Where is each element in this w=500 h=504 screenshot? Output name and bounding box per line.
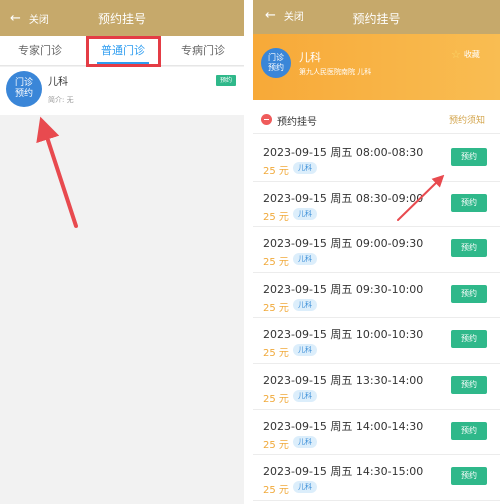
slot-price: 25 元 bbox=[263, 166, 289, 177]
section-title: 预约挂号 bbox=[277, 117, 317, 128]
slot-datetime: 2023-09-15 周五 08:30-09:00 bbox=[263, 191, 424, 205]
slot-price: 25 元 bbox=[263, 348, 289, 360]
time-slot-row: 2023-09-15 周五 09:00-09:30 25 元 儿科 预约 bbox=[253, 227, 500, 273]
slot-department-tag: 儿科 bbox=[293, 298, 317, 311]
book-button[interactable]: 预约 bbox=[451, 193, 487, 212]
book-button[interactable]: 预约 bbox=[451, 148, 487, 166]
time-slot-row: 2023-09-15 周五 14:30-15:00 25 元 儿科 预约 bbox=[253, 455, 500, 501]
right-phone-screen: ← 关闭 预约挂号 门诊 预约 儿科 第九人民医院南院 儿科 ☆ 收藏 预约挂号… bbox=[253, 0, 500, 504]
department-name: 儿科 bbox=[299, 51, 321, 64]
left-page-title: 预约挂号 bbox=[97, 12, 146, 26]
slot-department-tag: 儿科 bbox=[293, 162, 317, 174]
book-button[interactable]: 预约 bbox=[451, 467, 487, 486]
slot-datetime: 2023-09-15 周五 14:00-14:30 bbox=[263, 419, 424, 433]
department-avatar: 门诊 预约 bbox=[261, 48, 291, 78]
slot-price: 25 元 bbox=[263, 257, 289, 269]
time-slot-row: 2023-09-15 周五 10:00-10:30 25 元 儿科 预约 bbox=[253, 318, 500, 364]
slot-datetime: 2023-09-15 周五 13:30-14:00 bbox=[263, 373, 424, 387]
slot-department-tag: 儿科 bbox=[293, 435, 317, 448]
book-badge[interactable]: 预约 bbox=[216, 75, 236, 86]
time-slot-list: 2023-09-15 周五 08:00-08:30 25 元 儿科 预约 202… bbox=[253, 136, 500, 501]
left-navbar: ← 关闭 预约挂号 bbox=[0, 0, 244, 36]
time-slot-row: 2023-09-15 周五 13:30-14:00 25 元 儿科 预约 bbox=[253, 364, 500, 410]
department-intro: 简介: 无 bbox=[48, 96, 74, 104]
book-button[interactable]: 预约 bbox=[451, 375, 487, 394]
time-slot-row: 2023-09-15 周五 08:30-09:00 25 元 儿科 预约 bbox=[253, 182, 500, 228]
tab-special-disease-clinic[interactable]: 专病门诊 bbox=[170, 36, 236, 66]
left-phone-screen: ← 关闭 预约挂号 专家门诊 普通门诊 专病门诊 门诊 预约 儿科 简介: 无 … bbox=[0, 0, 244, 504]
slot-datetime: 2023-09-15 周五 14:30-15:00 bbox=[263, 465, 424, 479]
avatar-text-line1: 门诊 bbox=[14, 78, 33, 88]
annotation-highlight-box bbox=[86, 36, 161, 67]
slot-price: 25 元 bbox=[263, 485, 289, 497]
slot-datetime: 2023-09-15 周五 09:30-10:00 bbox=[263, 282, 424, 296]
star-outline-icon: ☆ bbox=[451, 48, 461, 61]
avatar-text-line1: 门诊 bbox=[268, 53, 284, 62]
minus-circle-icon bbox=[261, 114, 272, 125]
book-button[interactable]: 预约 bbox=[451, 421, 487, 440]
avatar-text-line2: 预约 bbox=[14, 89, 33, 99]
slot-department-tag: 儿科 bbox=[293, 207, 317, 220]
tab-expert-clinic[interactable]: 专家门诊 bbox=[8, 36, 72, 66]
slot-department-tag: 儿科 bbox=[293, 389, 317, 402]
avatar-text-line2: 预约 bbox=[268, 63, 284, 72]
slot-datetime: 2023-09-15 周五 10:00-10:30 bbox=[263, 328, 424, 342]
right-page-title: 预约挂号 bbox=[352, 12, 401, 26]
book-button[interactable]: 预约 bbox=[451, 284, 487, 303]
slot-price: 25 元 bbox=[263, 211, 289, 223]
booking-section-header: 预约挂号 预约须知 bbox=[253, 106, 500, 134]
slot-department-tag: 儿科 bbox=[293, 481, 317, 494]
time-slot-row: 2023-09-15 周五 14:00-14:30 25 元 儿科 预约 bbox=[253, 410, 500, 456]
book-button[interactable]: 预约 bbox=[451, 239, 487, 258]
department-name: 儿科 bbox=[48, 77, 68, 88]
time-slot-row: 2023-09-15 周五 09:30-10:00 25 元 儿科 预约 bbox=[253, 273, 500, 319]
favorite-button[interactable]: ☆ 收藏 bbox=[451, 48, 480, 61]
department-avatar: 门诊 预约 bbox=[6, 71, 42, 107]
department-list-item[interactable]: 门诊 预约 儿科 简介: 无 预约 bbox=[0, 67, 244, 115]
right-navbar: ← 关闭 预约挂号 bbox=[253, 0, 500, 34]
slot-price: 25 元 bbox=[263, 393, 289, 405]
screenshot-stage: ← 关闭 预约挂号 专家门诊 普通门诊 专病门诊 门诊 预约 儿科 简介: 无 … bbox=[0, 0, 500, 504]
time-slot-row: 2023-09-15 周五 08:00-08:30 25 元 儿科 预约 bbox=[253, 136, 500, 182]
booking-notice-link[interactable]: 预约须知 bbox=[449, 113, 485, 126]
favorite-label: 收藏 bbox=[463, 50, 480, 59]
slot-datetime: 2023-09-15 周五 08:00-08:30 bbox=[263, 146, 424, 159]
hospital-department-subtitle: 第九人民医院南院 儿科 bbox=[299, 68, 372, 76]
slot-department-tag: 儿科 bbox=[293, 344, 317, 357]
book-button[interactable]: 预约 bbox=[451, 330, 487, 349]
slot-price: 25 元 bbox=[263, 302, 289, 314]
slot-datetime: 2023-09-15 周五 09:00-09:30 bbox=[263, 237, 424, 251]
slot-department-tag: 儿科 bbox=[293, 253, 317, 266]
department-header: 门诊 预约 儿科 第九人民医院南院 儿科 ☆ 收藏 bbox=[253, 34, 500, 100]
slot-price: 25 元 bbox=[263, 439, 289, 451]
